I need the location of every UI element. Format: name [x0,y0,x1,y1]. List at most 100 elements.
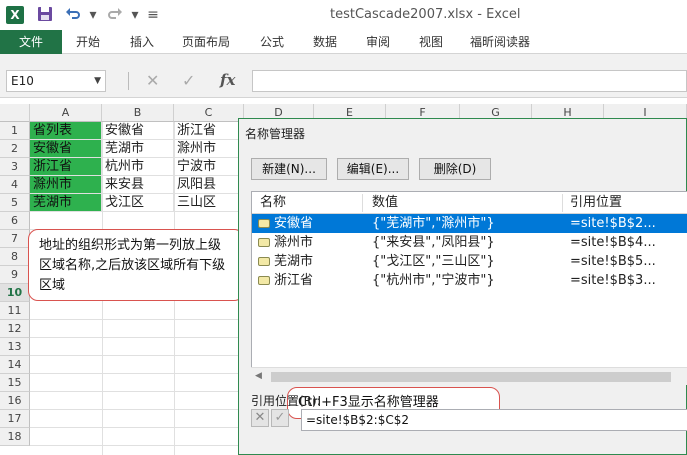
undo-icon[interactable] [64,6,82,24]
column-header-value[interactable]: 数值 [372,192,398,214]
names-list-row[interactable]: 芜湖市 {"戈江区","三山区"} =site!$B$5... [252,252,687,271]
row-value: {"杭州市","宁波市"} [372,273,495,288]
cancel-icon[interactable]: ✕ [146,71,159,90]
title-bar: X ▾ ▾ ≡ testCascade2007.xlsx - Excel [0,0,687,30]
cell-a1[interactable]: 省列表 [30,122,102,140]
row-value: {"戈江区","三山区"} [372,254,495,269]
column-header-name[interactable]: 名称 [260,192,286,214]
cell-a5[interactable]: 芜湖市 [30,194,102,212]
cell-c1[interactable]: 浙江省 [174,122,240,140]
names-list-row[interactable]: 浙江省 {"杭州市","宁波市"} =site!$B$3... [252,271,687,290]
formula-bar: E10 ▼ ✕ ✓ fx [0,54,687,98]
annotation-callout: 地址的组织形式为第一列放上级区域名称,之后放该区域所有下级区域 [28,229,244,301]
tab-page-layout[interactable]: 页面布局 [182,30,230,54]
cell-b3[interactable]: 杭州市 [102,158,174,176]
refers-to-input[interactable]: =site!$B$2:$C$2 [301,409,687,431]
cell-c4[interactable]: 凤阳县 [174,176,240,194]
column-header-a[interactable]: A [30,104,102,122]
insert-function-icon[interactable]: fx [220,71,235,89]
grid-line [30,337,240,338]
names-list[interactable]: 名称 数值 引用位置 安徽省 {"芜湖市","滁州市"} =site!$B$2.… [251,191,687,419]
enter-icon[interactable]: ✓ [182,71,195,90]
row-header[interactable]: 2 [0,140,30,158]
row-header[interactable]: 17 [0,410,30,428]
row-header[interactable]: 8 [0,248,30,266]
redo-icon[interactable] [106,6,124,24]
select-all-corner[interactable] [0,104,30,122]
cell-c5[interactable]: 三山区 [174,194,240,212]
name-box-value: E10 [11,74,34,88]
names-list-row[interactable]: 滁州市 {"来安县","凤阳县"} =site!$B$4... [252,233,687,252]
names-list-row-selected[interactable]: 安徽省 {"芜湖市","滁州市"} =site!$B$2... [252,214,687,233]
row-refers-to: =site!$B$3... [570,273,656,288]
grid-line [30,409,240,410]
cell-a4[interactable]: 滁州市 [30,176,102,194]
tab-formulas[interactable]: 公式 [260,30,284,54]
grid-line [30,319,240,320]
row-header[interactable]: 12 [0,320,30,338]
cell-c2[interactable]: 滁州市 [174,140,240,158]
chevron-down-icon[interactable]: ▼ [94,71,101,91]
save-icon[interactable] [36,6,54,24]
column-header-refers-to[interactable]: 引用位置 [570,192,622,214]
row-header[interactable]: 7 [0,230,30,248]
column-header-b[interactable]: B [102,104,174,122]
row-header[interactable]: 3 [0,158,30,176]
row-header[interactable]: 4 [0,176,30,194]
row-header[interactable]: 5 [0,194,30,212]
row-header[interactable]: 9 [0,266,30,284]
tab-file[interactable]: 文件 [0,30,62,54]
cell-b1[interactable]: 安徽省 [102,122,174,140]
redo-dropdown-icon[interactable]: ▾ [126,6,144,24]
row-header[interactable]: 14 [0,356,30,374]
scroll-left-icon[interactable]: ◀ [255,371,262,381]
formula-input[interactable] [252,70,687,92]
tab-home[interactable]: 开始 [76,30,100,54]
cell-b4[interactable]: 来安县 [102,176,174,194]
row-header[interactable]: 11 [0,302,30,320]
new-name-button[interactable]: 新建(N)... [251,158,327,180]
tab-insert[interactable]: 插入 [130,30,154,54]
grid-line [30,373,240,374]
defined-name-icon [258,219,270,228]
grid-line [30,391,240,392]
column-header-c[interactable]: C [174,104,244,122]
cell-a2[interactable]: 安徽省 [30,140,102,158]
row-refers-to: =site!$B$4... [570,235,656,250]
column-divider [362,194,363,212]
row-header[interactable]: 1 [0,122,30,140]
grid-line [30,355,240,356]
cell-b5[interactable]: 戈江区 [102,194,174,212]
row-header[interactable]: 16 [0,392,30,410]
tab-foxit-reader[interactable]: 福昕阅读器 [470,30,530,54]
undo-dropdown-icon[interactable]: ▾ [84,6,102,24]
delete-name-button[interactable]: 删除(D) [419,158,491,180]
name-box[interactable]: E10 ▼ [6,70,106,92]
check-icon[interactable]: ✓ [271,409,289,427]
scrollbar-thumb[interactable] [271,372,671,382]
row-header[interactable]: 15 [0,374,30,392]
defined-name-icon [258,238,270,247]
defined-name-icon [258,257,270,266]
row-header[interactable]: 6 [0,212,30,230]
dialog-title: 名称管理器 [245,127,306,141]
row-header[interactable]: 13 [0,338,30,356]
edit-name-button[interactable]: 编辑(E)... [337,158,409,180]
horizontal-scrollbar[interactable]: ◀ [251,367,687,385]
customize-icon[interactable]: ≡ [144,6,162,24]
name-manager-dialog: 名称管理器 新建(N)... 编辑(E)... 删除(D) 名称 数值 引用位置… [238,118,687,455]
cancel-icon[interactable]: ✕ [251,409,269,427]
cell-b2[interactable]: 芜湖市 [102,140,174,158]
ribbon-tabs: 文件 开始 插入 页面布局 公式 数据 审阅 视图 福昕阅读器 [0,30,687,54]
cell-a3[interactable]: 浙江省 [30,158,102,176]
tab-view[interactable]: 视图 [419,30,443,54]
grid-line [30,427,240,428]
row-header[interactable]: 18 [0,428,30,446]
cell-c3[interactable]: 宁波市 [174,158,240,176]
tab-review[interactable]: 审阅 [366,30,390,54]
window-title: testCascade2007.xlsx - Excel [330,7,521,22]
refers-to-label: 引用位置(R): [251,394,321,408]
excel-logo-icon: X [6,6,24,24]
tab-data[interactable]: 数据 [313,30,337,54]
row-header-active[interactable]: 10 [0,284,30,302]
